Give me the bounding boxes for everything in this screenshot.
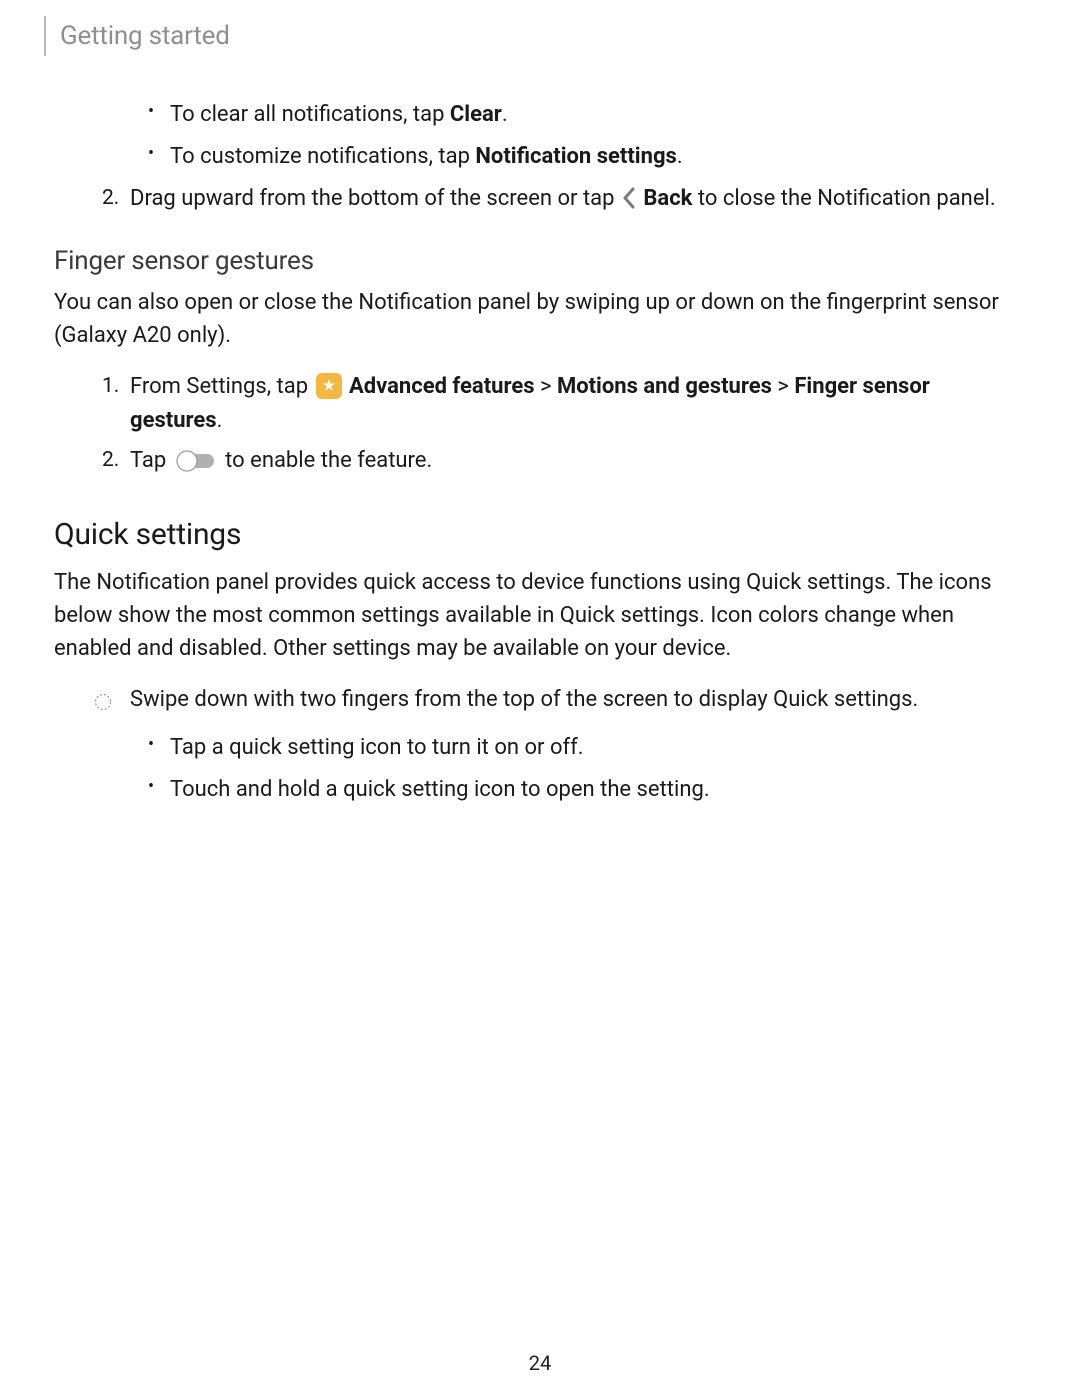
text: .	[217, 408, 223, 433]
text: .	[502, 102, 508, 127]
text: To clear all notifications, tap	[170, 102, 450, 127]
text: >	[772, 374, 794, 399]
bold-text: Back	[643, 186, 692, 211]
text: To customize notifications, tap	[170, 144, 475, 169]
bold-text: Notification settings	[475, 144, 676, 169]
list-item: To clear all notifications, tap Clear.	[140, 98, 1026, 132]
section-title: Getting started	[60, 21, 230, 51]
text: Tap	[130, 448, 172, 473]
page-content: To clear all notifications, tap Clear. T…	[54, 98, 1026, 815]
bold-text: Clear	[450, 102, 502, 127]
finger-sensor-step2: 2. Tap to enable the feature.	[106, 444, 1026, 478]
bold-text: Motions and gestures	[557, 374, 772, 399]
text: Tap a quick setting icon to turn it on o…	[170, 735, 584, 760]
text: Touch and hold a quick setting icon to o…	[170, 777, 710, 802]
quick-settings-description: The Notification panel provides quick ac…	[54, 566, 1026, 665]
bold-text: Advanced features	[349, 374, 535, 399]
list-item: To customize notifications, tap Notifica…	[140, 140, 1026, 174]
text: >	[535, 374, 557, 399]
back-icon	[622, 187, 636, 209]
finger-sensor-heading: Finger sensor gestures	[54, 246, 1026, 276]
step-number: 1.	[102, 370, 119, 403]
toggle-off-icon	[174, 449, 218, 473]
gesture-circle-icon	[94, 688, 112, 706]
header-divider	[44, 16, 46, 56]
page-number: 24	[0, 1351, 1080, 1375]
text: Drag upward from the bottom of the scree…	[130, 186, 620, 211]
finger-sensor-step1: 1. From Settings, tap Advanced features …	[106, 370, 1026, 438]
advanced-features-icon	[316, 373, 342, 399]
text: to enable the feature.	[220, 448, 433, 473]
list-item: Touch and hold a quick setting icon to o…	[140, 773, 1026, 807]
list-item: Tap a quick setting icon to turn it on o…	[140, 731, 1026, 765]
swipe-down-instruction: Swipe down with two fingers from the top…	[84, 683, 1026, 717]
notification-clear-customize-list: To clear all notifications, tap Clear. T…	[140, 98, 1026, 174]
text: From Settings, tap	[130, 374, 314, 399]
step-number: 2.	[102, 182, 119, 215]
quick-settings-sublist: Tap a quick setting icon to turn it on o…	[140, 731, 1026, 807]
page-header: Getting started	[44, 16, 230, 56]
text: .	[677, 144, 683, 169]
step-number: 2.	[102, 444, 119, 477]
finger-sensor-description: You can also open or close the Notificat…	[54, 286, 1026, 352]
close-panel-step: 2. Drag upward from the bottom of the sc…	[106, 182, 1026, 216]
quick-settings-heading: Quick settings	[54, 517, 1026, 552]
text: to close the Notification panel.	[692, 186, 995, 211]
text: Swipe down with two fingers from the top…	[130, 687, 918, 712]
